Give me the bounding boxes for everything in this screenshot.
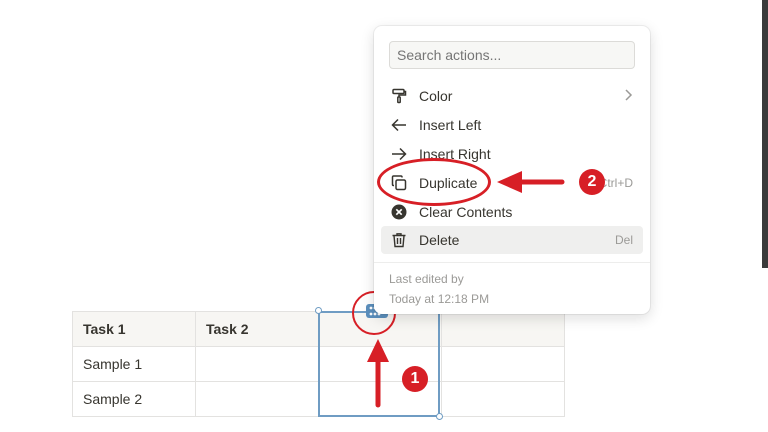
annotation-arrow-up-icon xyxy=(367,339,389,408)
annotation-arrow-left-icon xyxy=(497,171,565,193)
step-badge-1: 1 xyxy=(402,366,428,392)
step-badge-2: 2 xyxy=(579,169,605,195)
annotation-arrows xyxy=(367,171,565,408)
